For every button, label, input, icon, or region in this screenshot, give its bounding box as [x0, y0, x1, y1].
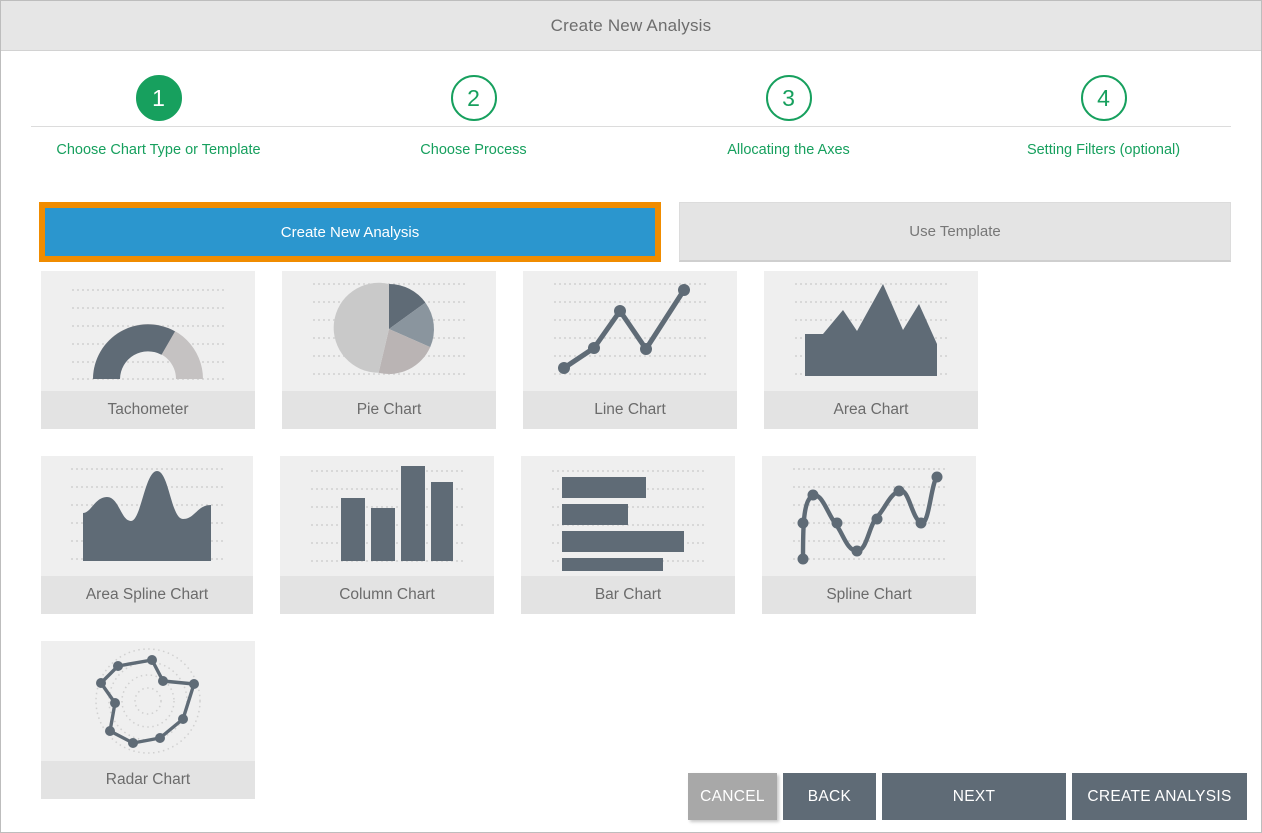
step-label: Choose Process [420, 142, 527, 158]
stepper-step-1[interactable]: 1 Choose Chart Type or Template [1, 75, 316, 190]
chart-type-card-tachometer[interactable]: Tachometer [41, 271, 255, 429]
step-label: Choose Chart Type or Template [56, 142, 261, 158]
chart-type-card-bar[interactable]: Bar Chart [521, 456, 735, 614]
create-new-analysis-dialog: Create New Analysis 1 Choose Chart Type … [0, 0, 1262, 833]
step-label: Allocating the Axes [727, 142, 850, 158]
card-thumbnail [41, 641, 255, 761]
tab-label: Use Template [909, 223, 1001, 240]
step-number-badge: 3 [765, 75, 812, 121]
stepper-step-4[interactable]: 4 Setting Filters (optional) [946, 75, 1261, 190]
dialog-title: Create New Analysis [550, 15, 712, 35]
spline-chart-icon [793, 468, 945, 565]
card-thumbnail [280, 456, 494, 576]
card-label: Area Chart [764, 391, 978, 429]
step-number-badge: 1 [135, 75, 182, 121]
wizard-stepper: 1 Choose Chart Type or Template 2 Choose… [1, 75, 1261, 190]
chart-type-card-spline[interactable]: Spline Chart [762, 456, 976, 614]
card-label: Pie Chart [282, 391, 496, 429]
chart-type-card-pie[interactable]: Pie Chart [282, 271, 496, 429]
card-thumbnail [41, 271, 255, 391]
chart-type-card-area[interactable]: Area Chart [764, 271, 978, 429]
tab-label: Create New Analysis [280, 223, 420, 241]
bar-chart-icon [552, 470, 704, 571]
back-button[interactable]: BACK [783, 773, 876, 820]
stepper-step-3[interactable]: 3 Allocating the Axes [631, 75, 946, 190]
tachometer-chart-icon [72, 289, 224, 380]
dialog-footer: CANCEL BACK NEXT CREATE ANALYSIS [1, 773, 1261, 820]
chart-type-card-column[interactable]: Column Chart [280, 456, 494, 614]
card-label: Column Chart [280, 576, 494, 614]
next-button[interactable]: NEXT [882, 773, 1066, 820]
card-thumbnail [764, 271, 978, 391]
card-label: Line Chart [523, 391, 737, 429]
step-label: Setting Filters (optional) [1026, 142, 1181, 158]
stepper-step-2[interactable]: 2 Choose Process [316, 75, 631, 190]
card-thumbnail [762, 456, 976, 576]
create-analysis-button[interactable]: CREATE ANALYSIS [1072, 773, 1247, 820]
step-number-badge: 4 [1080, 75, 1127, 121]
card-thumbnail [41, 456, 253, 576]
card-label: Bar Chart [521, 576, 735, 614]
pie-chart-icon [313, 282, 465, 375]
chart-type-grid: Tachometer Pie Chart Line Chart Area Cha… [41, 271, 1201, 799]
area-spline-chart-icon [71, 468, 223, 561]
area-chart-icon [795, 283, 947, 376]
card-thumbnail [523, 271, 737, 391]
dialog-titlebar: Create New Analysis [1, 1, 1261, 51]
line-chart-icon [554, 283, 706, 375]
mode-tabs: Create New Analysis Use Template [39, 202, 1231, 262]
cancel-button[interactable]: CANCEL [688, 773, 777, 820]
column-chart-icon [311, 466, 463, 562]
chart-type-card-line[interactable]: Line Chart [523, 271, 737, 429]
card-label: Tachometer [41, 391, 255, 429]
card-label: Spline Chart [762, 576, 976, 614]
card-thumbnail [282, 271, 496, 391]
radar-chart-icon [95, 648, 201, 754]
chart-type-card-area-spline[interactable]: Area Spline Chart [41, 456, 253, 614]
step-number-badge: 2 [450, 75, 497, 121]
card-thumbnail [521, 456, 735, 576]
tab-use-template[interactable]: Use Template [679, 202, 1231, 262]
card-label: Area Spline Chart [41, 576, 253, 614]
tab-create-new-analysis[interactable]: Create New Analysis [39, 202, 661, 262]
